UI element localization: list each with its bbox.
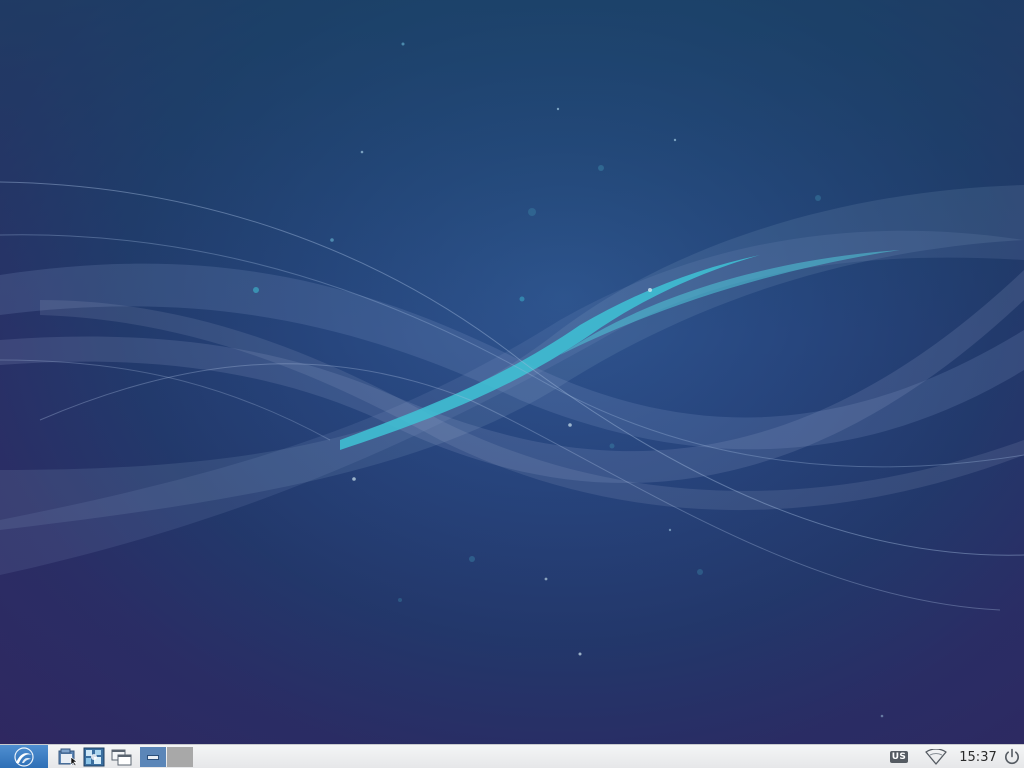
keyboard-layout-label: US: [889, 751, 909, 763]
start-menu-button[interactable]: [0, 745, 48, 768]
taskbar: US 15:37: [0, 744, 1024, 768]
workspace-window-thumbnail: [147, 754, 159, 760]
clock[interactable]: 15:37: [957, 747, 999, 767]
wifi-icon: [925, 749, 947, 765]
web-browser-launcher[interactable]: [83, 747, 105, 767]
wallpaper-waves: [0, 42, 1024, 718]
browser-icon: [83, 747, 105, 767]
workspace-1[interactable]: [140, 747, 166, 767]
lubuntu-logo-icon: [14, 746, 34, 767]
workspace-2[interactable]: [167, 747, 193, 767]
keyboard-layout-indicator[interactable]: US: [889, 747, 909, 767]
windows-icon: [111, 749, 132, 766]
network-indicator[interactable]: [924, 747, 948, 767]
power-icon: [1005, 748, 1019, 765]
show-desktop-launcher[interactable]: [111, 747, 133, 767]
file-manager-launcher[interactable]: [57, 747, 79, 767]
desktop[interactable]: [0, 0, 1024, 744]
folder-icon: [58, 748, 78, 766]
power-button[interactable]: [1001, 747, 1023, 767]
